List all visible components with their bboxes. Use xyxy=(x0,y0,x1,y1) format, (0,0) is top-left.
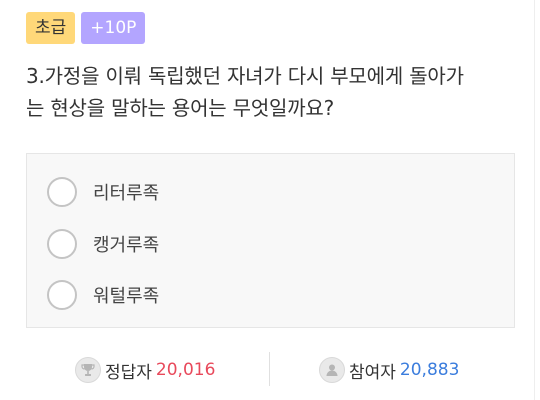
stats-bar: 정답자 20,016 참여자 20,883 xyxy=(0,352,540,388)
points-badge: +10P xyxy=(81,12,146,44)
option-label: 캥거루족 xyxy=(93,235,160,256)
stats-divider xyxy=(269,352,270,386)
participants-label: 참여자 xyxy=(349,362,396,383)
question-line-1: 3.가정을 이뤄 독립했던 자녀가 다시 부모에게 돌아가 xyxy=(26,64,464,88)
option-2[interactable]: 캥거루족 xyxy=(47,228,159,260)
radio-button[interactable] xyxy=(47,280,77,310)
question-line-2: 는 현상을 말하는 용어는 무엇일까요? xyxy=(26,96,335,120)
radio-button[interactable] xyxy=(47,177,77,207)
trophy-icon xyxy=(75,357,101,383)
question-text: 3.가정을 이뤄 독립했던 자녀가 다시 부모에게 돌아가 는 현상을 말하는 … xyxy=(26,60,526,124)
person-icon xyxy=(319,357,345,383)
answer-options: 리터루족 캥거루족 워털루족 xyxy=(26,153,515,328)
participant-count: 참여자 20,883 xyxy=(319,352,459,388)
level-badge: 초급 xyxy=(26,12,76,44)
option-1[interactable]: 리터루족 xyxy=(47,176,159,208)
quiz-card: 초급 +10P 3.가정을 이뤄 독립했던 자녀가 다시 부모에게 돌아가 는 … xyxy=(0,0,540,400)
correct-value: 20,016 xyxy=(155,360,216,380)
option-label: 리터루족 xyxy=(93,183,160,204)
correct-label: 정답자 xyxy=(105,362,152,383)
right-edge-divider xyxy=(534,0,535,400)
option-3[interactable]: 워털루족 xyxy=(47,279,159,311)
option-label: 워털루족 xyxy=(93,286,160,307)
radio-button[interactable] xyxy=(47,229,77,259)
badge-row: 초급 +10P xyxy=(26,12,146,44)
correct-count: 정답자 20,016 xyxy=(75,352,215,388)
participants-value: 20,883 xyxy=(399,360,460,380)
